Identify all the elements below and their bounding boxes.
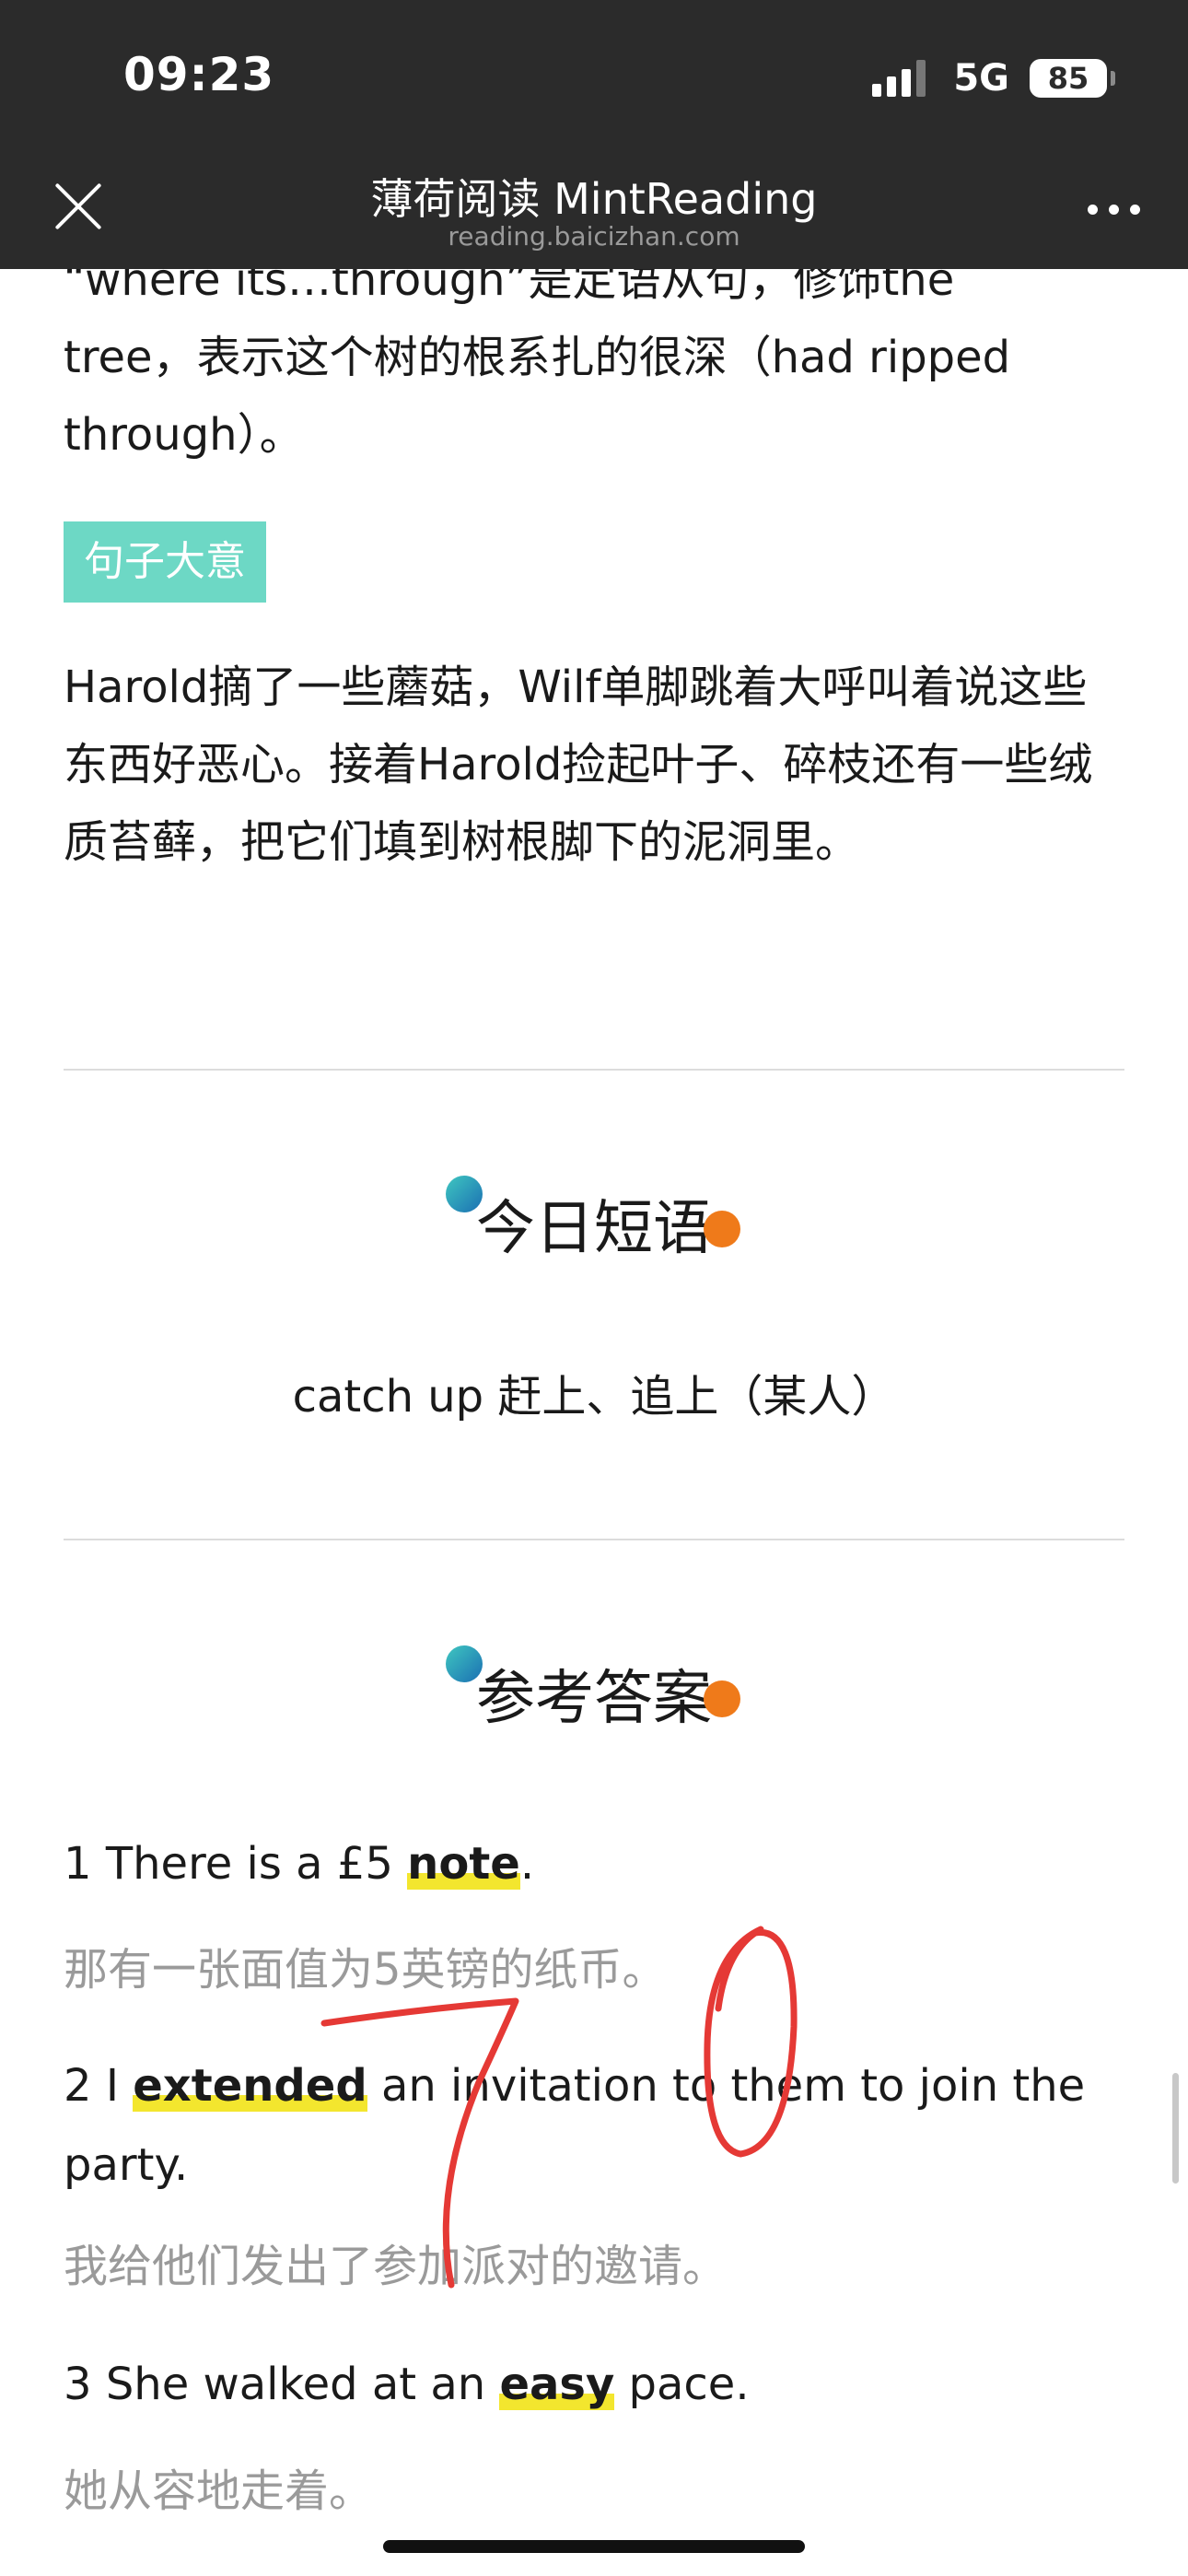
section-divider bbox=[64, 1069, 1124, 1071]
title-dot-decoration bbox=[704, 1680, 740, 1717]
answer-translation-2: 我给他们发出了参加派对的邀请。 bbox=[64, 2241, 728, 2292]
answer-keyword: easy bbox=[499, 2359, 615, 2410]
answer-item-1: 1 There is a £5 note. bbox=[64, 1838, 535, 1890]
battery-icon: 85 bbox=[1030, 59, 1115, 98]
status-time: 09:23 bbox=[123, 48, 275, 101]
status-indicators: 5G 85 bbox=[872, 57, 1115, 100]
more-options-icon[interactable] bbox=[1088, 205, 1140, 215]
answer-keyword: extended bbox=[133, 2060, 367, 2112]
network-type: 5G bbox=[953, 57, 1009, 100]
cellular-signal-icon bbox=[872, 60, 926, 97]
section-divider bbox=[64, 1539, 1124, 1540]
answer-translation-1: 那有一张面值为5英镑的纸币。 bbox=[64, 1944, 667, 1996]
home-indicator[interactable] bbox=[383, 2540, 805, 2553]
answer-item-2: 2 I extended an invitation to them to jo… bbox=[64, 2060, 1086, 2191]
analysis-line: through）。 bbox=[64, 409, 304, 461]
grammar-analysis: “where its…through”是定语从句，修饰the tree，表示这个… bbox=[64, 241, 1124, 474]
title-dot-decoration bbox=[704, 1211, 740, 1247]
analysis-line: tree，表示这个树的根系扎的很深（had ripped bbox=[64, 332, 1011, 383]
scrollbar[interactable] bbox=[1172, 2073, 1179, 2184]
sentence-meaning-tag: 句子大意 bbox=[64, 521, 266, 603]
answer-translation-3: 她从容地走着。 bbox=[64, 2465, 374, 2517]
answer-keyword: note bbox=[407, 1838, 520, 1890]
page-url: reading.baicizhan.com bbox=[448, 221, 740, 252]
answer-item-3: 3 She walked at an easy pace. bbox=[64, 2359, 750, 2410]
page-title: 薄荷阅读 MintReading bbox=[370, 174, 818, 224]
reference-answers-title: 参考答案 bbox=[476, 1665, 712, 1733]
sentence-meaning-text: Harold摘了一些蘑菇，Wilf单脚跳着大呼叫着说这些东西好恶心。接着Haro… bbox=[64, 662, 1093, 868]
top-bar: 09:23 5G 85 薄荷阅读 MintReading reading.bai… bbox=[0, 0, 1188, 269]
daily-phrase-text: catch up 赶上、追上（某人） bbox=[292, 1371, 896, 1423]
daily-phrase-title: 今日短语 bbox=[476, 1195, 712, 1263]
